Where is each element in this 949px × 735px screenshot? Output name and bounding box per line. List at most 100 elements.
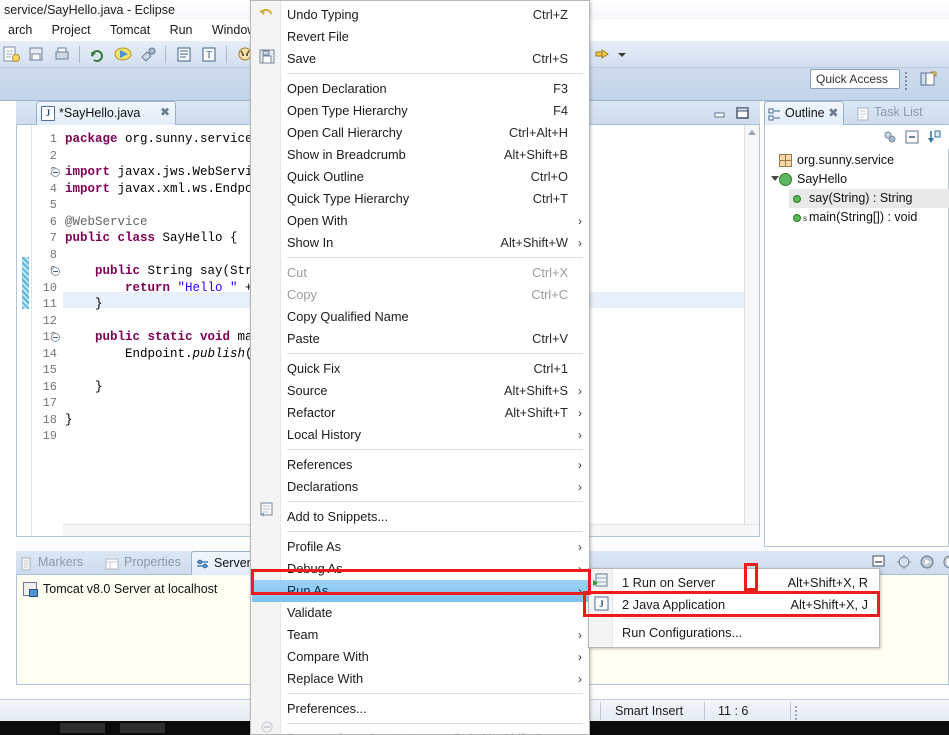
fold-toggle-icon[interactable]	[51, 168, 60, 177]
context-menu-item-revert-file[interactable]: Revert File	[252, 26, 590, 48]
open-perspective-icon[interactable]	[918, 70, 938, 88]
outline-item-method-say[interactable]: say(String) : String	[789, 189, 949, 208]
context-menu-item-label: Copy	[287, 287, 317, 302]
status-insert-mode: Smart Insert	[615, 704, 684, 718]
taskbar-item[interactable]	[60, 723, 105, 733]
fold-toggle-icon[interactable]	[51, 267, 60, 276]
context-menu-item-source[interactable]: Source Alt+Shift+S ›	[252, 380, 590, 402]
context-menu-item-label: Compare With	[287, 649, 369, 664]
editor-tab-sayhello[interactable]: J *SayHello.java ✖	[36, 101, 176, 125]
forward-dropdown-arrow[interactable]	[616, 44, 627, 65]
context-menu-item-open-with[interactable]: Open With ›	[252, 210, 590, 232]
new-wizard-icon[interactable]	[1, 44, 21, 65]
close-icon[interactable]: ✖	[828, 102, 838, 125]
chevron-down-icon[interactable]	[771, 176, 779, 181]
code-line[interactable]: package org.sunny.service;	[65, 131, 260, 148]
toolbar-drag-handle[interactable]	[905, 70, 909, 90]
outline-item-class[interactable]: SayHello	[765, 170, 949, 189]
print-icon[interactable]	[52, 44, 72, 65]
context-menu-item-replace-with[interactable]: Replace With ›	[252, 668, 590, 690]
code-line[interactable]: @WebService	[65, 214, 148, 231]
context-menu-item-quick-outline[interactable]: Quick Outline Ctrl+O	[252, 166, 590, 188]
menu-item-tomcat[interactable]: Tomcat	[102, 20, 158, 41]
code-line[interactable]: public class SayHello {	[65, 230, 238, 247]
editor-maximize-icon[interactable]	[735, 106, 750, 120]
outline-item-package[interactable]: org.sunny.service	[765, 151, 949, 170]
collapse-all-icon[interactable]	[905, 130, 919, 147]
context-menu-item-save[interactable]: Save Ctrl+S	[252, 48, 590, 70]
menu-item-project[interactable]: Project	[44, 20, 99, 41]
fold-toggle-icon[interactable]	[51, 333, 60, 342]
editor-minimize-icon[interactable]	[712, 106, 727, 120]
code-line[interactable]: }	[65, 412, 73, 429]
context-menu-item-label: Quick Type Hierarchy	[287, 191, 410, 206]
context-menu-item-refactor[interactable]: Refactor Alt+Shift+T ›	[252, 402, 590, 424]
context-menu-item-copy-qualified-name[interactable]: Copy Qualified Name	[252, 306, 590, 328]
taskbar-item[interactable]	[120, 723, 165, 733]
editor-tab-label: *SayHello.java	[59, 106, 141, 120]
chevron-right-icon: ›	[578, 458, 582, 472]
context-menu-item-label: Copy Qualified Name	[287, 309, 409, 324]
link-with-editor-icon[interactable]	[927, 130, 941, 147]
chevron-right-icon: ›	[578, 406, 582, 420]
code-line[interactable]: }	[65, 296, 103, 313]
editor-context-menu[interactable]: Undo Typing Ctrl+Z Revert File Save Ctrl+S Op…	[250, 0, 590, 735]
menu-item-run[interactable]: Run	[162, 20, 201, 41]
close-icon[interactable]: ✖	[159, 106, 171, 118]
context-menu-item-profile-as[interactable]: Profile As ›	[252, 536, 590, 558]
debug-server-icon[interactable]	[919, 554, 935, 572]
submenu-item-run-configurations[interactable]: Run Configurations...	[590, 622, 880, 644]
context-menu-item-validate[interactable]: Validate	[252, 602, 590, 624]
outline-item-method-main[interactable]: s main(String[]) : void	[789, 208, 949, 227]
context-menu-item-undo-typing[interactable]: Undo Typing Ctrl+Z	[252, 4, 590, 26]
run-icon[interactable]	[113, 44, 133, 65]
context-menu-item-compare-with[interactable]: Compare With ›	[252, 646, 590, 668]
context-menu-item-label: Add to Snippets...	[287, 509, 389, 524]
context-menu-item-team[interactable]: Team ›	[252, 624, 590, 646]
tab-properties[interactable]: Properties	[102, 551, 181, 575]
start-server-icon[interactable]	[896, 554, 912, 572]
context-menu-item-label: Undo Typing	[287, 7, 359, 22]
server-list-item[interactable]: Tomcat v8.0 Server at localhost	[23, 580, 217, 599]
context-menu-item-quick-type-hierarchy[interactable]: Quick Type Hierarchy Ctrl+T	[252, 188, 590, 210]
context-menu-item-open-declaration[interactable]: Open Declaration F3	[252, 78, 590, 100]
tab-outline[interactable]: Outline ✖	[764, 101, 844, 125]
scroll-up-icon[interactable]	[748, 130, 756, 135]
context-menu-item-show-in-breadcrumb[interactable]: Show in Breadcrumb Alt+Shift+B	[252, 144, 590, 166]
tab-task-list[interactable]: Task List	[854, 101, 923, 125]
context-menu-item-label: Team	[287, 627, 319, 642]
context-menu-item-paste[interactable]: Paste Ctrl+V	[252, 328, 590, 350]
context-menu-item-shortcut: F4	[553, 103, 568, 118]
context-menu-item-open-type-hierarchy[interactable]: Open Type Hierarchy F4	[252, 100, 590, 122]
code-line[interactable]: }	[65, 379, 103, 396]
context-menu-item-add-to-snippets[interactable]: Add to Snippets...	[252, 506, 590, 528]
save-icon[interactable]	[26, 44, 46, 65]
context-menu-item-quick-fix[interactable]: Quick Fix Ctrl+1	[252, 358, 590, 380]
run-on-server-icon	[593, 573, 609, 591]
context-menu-item-run-as[interactable]: Run As ›	[252, 580, 590, 602]
context-menu-item-local-history[interactable]: Local History ›	[252, 424, 590, 446]
chevron-right-icon: ›	[578, 628, 582, 642]
forward-icon[interactable]	[592, 44, 612, 65]
context-menu-item-declarations[interactable]: Declarations ›	[252, 476, 590, 498]
run-as-submenu[interactable]: 1 Run on Server Alt+Shift+X, R 2 Java Appl…	[588, 568, 880, 648]
context-menu-item-show-in[interactable]: Show In Alt+Shift+W ›	[252, 232, 590, 254]
code-line[interactable]: import javax.jws.WebService;	[65, 164, 275, 181]
quick-access-input[interactable]: Quick Access	[810, 69, 900, 89]
tab-markers[interactable]: Markers	[16, 551, 83, 575]
submenu-item-2-java-application[interactable]: 2 Java Application Alt+Shift+X, J	[590, 594, 880, 616]
context-menu-item-preferences[interactable]: Preferences...	[252, 698, 590, 720]
context-menu-item-references[interactable]: References ›	[252, 454, 590, 476]
menu-item-search[interactable]: arch	[0, 20, 40, 41]
submenu-item-1-run-on-server[interactable]: 1 Run on Server Alt+Shift+X, R	[590, 572, 880, 594]
context-menu-item-open-call-hierarchy[interactable]: Open Call Hierarchy Ctrl+Alt+H	[252, 122, 590, 144]
run-external-tools-icon[interactable]	[138, 44, 158, 65]
new-package-icon[interactable]: T	[199, 44, 219, 65]
context-menu-item-debug-as[interactable]: Debug As ›	[252, 558, 590, 580]
sort-icon[interactable]	[883, 130, 897, 147]
editor-vertical-scrollbar[interactable]	[744, 125, 759, 536]
line-number: 19	[42, 429, 57, 443]
refresh-icon[interactable]	[87, 44, 107, 65]
new-java-class-icon[interactable]	[174, 44, 194, 65]
stop-server-icon[interactable]	[942, 554, 949, 572]
